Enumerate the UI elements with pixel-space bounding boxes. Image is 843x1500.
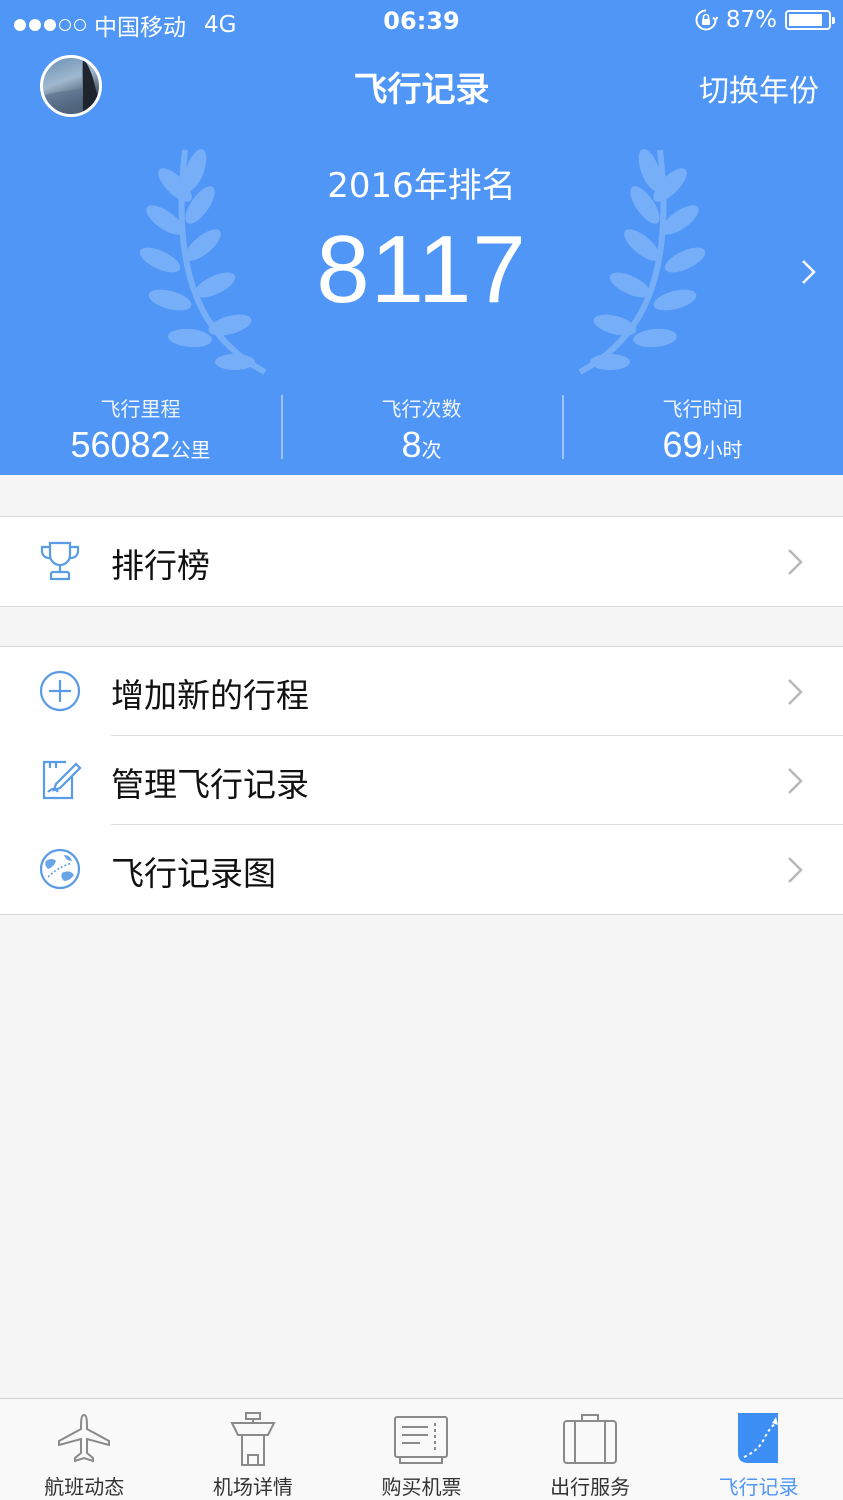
switch-year-button[interactable]: 切换年份 <box>699 66 819 110</box>
menu-item-leaderboard[interactable]: 排行榜 <box>0 517 843 606</box>
menu-group-records: 增加新的行程 管理飞行记录 飞行记录图 <box>0 646 843 915</box>
globe-icon <box>39 848 81 890</box>
tab-label: 机场详情 <box>212 1475 293 1499</box>
stat-label: 飞行次数 <box>381 397 462 421</box>
trophy-icon <box>40 541 80 581</box>
battery-percentage: 87% <box>725 7 777 33</box>
menu-item-label: 排行榜 <box>111 546 210 585</box>
flight-path-icon <box>737 1413 778 1463</box>
menu-item-manage-records[interactable]: 管理飞行记录 <box>0 736 843 825</box>
chevron-right-icon <box>788 549 803 575</box>
stat-unit: 次 <box>421 438 442 462</box>
orientation-lock-icon <box>695 9 718 31</box>
stat-label: 飞行时间 <box>662 397 743 421</box>
ranking-value[interactable]: 8117 <box>0 215 843 325</box>
plus-circle-icon <box>39 670 81 712</box>
menu-item-label: 飞行记录图 <box>111 854 276 893</box>
menu-item-flight-map[interactable]: 飞行记录图 <box>0 825 843 914</box>
stat-unit: 小时 <box>702 438 743 462</box>
stat-value: 56082 <box>70 424 171 465</box>
suitcase-icon <box>563 1414 618 1464</box>
edit-note-icon <box>42 760 82 800</box>
chevron-right-icon <box>788 857 803 883</box>
menu-item-label: 增加新的行程 <box>111 676 309 715</box>
stat-distance: 飞行里程 56082公里 <box>0 393 281 465</box>
tab-bar: 航班动态 机场详情 购买机票 出行服务 飞行记录 <box>0 1398 843 1500</box>
ranking-chevron-icon[interactable] <box>798 257 820 287</box>
tab-flight-status[interactable]: 航班动态 <box>0 1399 169 1500</box>
stat-duration: 飞行时间 69小时 <box>562 393 843 465</box>
tab-label: 购买机票 <box>381 1475 462 1499</box>
status-right: 87% <box>694 7 835 33</box>
tab-label: 航班动态 <box>44 1475 125 1499</box>
tab-buy-tickets[interactable]: 购买机票 <box>337 1399 506 1500</box>
menu-group-leaderboard: 排行榜 <box>0 516 843 607</box>
tab-label: 出行服务 <box>550 1475 631 1499</box>
ranking-title: 2016年排名 <box>327 166 516 206</box>
tab-label: 飞行记录 <box>718 1475 799 1499</box>
stat-value: 8 <box>401 424 422 465</box>
airplane-icon <box>58 1413 111 1463</box>
tab-travel-services[interactable]: 出行服务 <box>506 1399 675 1500</box>
control-tower-icon <box>230 1412 276 1466</box>
battery-icon <box>785 10 835 30</box>
ticket-icon <box>394 1416 449 1464</box>
stat-label: 飞行里程 <box>100 397 181 421</box>
stat-unit: 公里 <box>170 438 211 462</box>
menu-item-add-trip[interactable]: 增加新的行程 <box>0 647 843 736</box>
chevron-right-icon <box>788 768 803 794</box>
menu-item-label: 管理飞行记录 <box>111 765 309 804</box>
header-banner: 中国移动 4G 06:39 87% 飞行记录 切换年份 2016年排名 8117… <box>0 0 843 475</box>
chevron-right-icon <box>788 679 803 705</box>
tab-airport-details[interactable]: 机场详情 <box>169 1399 338 1500</box>
status-bar: 中国移动 4G 06:39 87% <box>0 0 843 42</box>
flight-stats: 飞行里程 56082公里 飞行次数 8次 飞行时间 69小时 <box>0 393 843 465</box>
stat-value: 69 <box>662 424 703 465</box>
stat-count: 飞行次数 8次 <box>281 393 562 465</box>
tab-flight-records[interactable]: 飞行记录 <box>674 1399 843 1500</box>
